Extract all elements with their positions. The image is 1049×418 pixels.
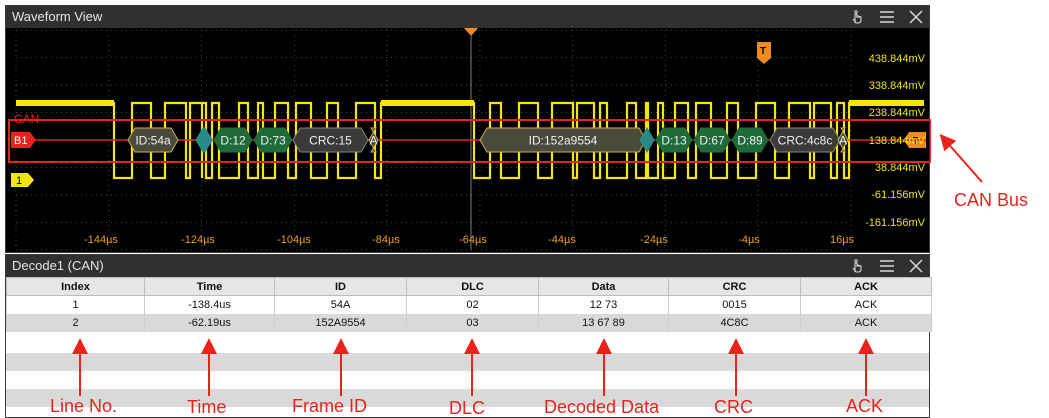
decode-segment[interactable] <box>195 127 213 153</box>
table-row[interactable]: 1 -138.4us 54A 02 12 73 0015 ACK <box>6 295 932 314</box>
waveform-view-window: Waveform View T T CAN B1 ID:54a D:12 D:73 CRC:1… <box>5 5 931 254</box>
time-scale-label: -44µs <box>548 234 576 246</box>
menu-icon[interactable] <box>879 10 895 24</box>
can-bus-arrow <box>939 133 983 183</box>
trace-idle-segment <box>381 100 474 106</box>
voltage-scale-label: 438.844mV <box>869 53 926 65</box>
decode-title: Decode1 (CAN) <box>12 258 104 273</box>
channel1-label: 1 <box>16 175 22 187</box>
trace-idle-segment <box>849 100 924 106</box>
decode-segment-label: D:13 <box>661 134 687 148</box>
cell-id: 152A9554 <box>274 313 407 332</box>
voltage-scale-label: 138.844mV <box>869 135 926 147</box>
cell-dlc: 03 <box>406 313 539 332</box>
cell-index: 2 <box>6 313 145 332</box>
empty-row[interactable] <box>6 353 929 371</box>
column-header-dlc[interactable]: DLC <box>406 277 539 296</box>
screenshot-root: Waveform View T T CAN B1 ID:54a D:12 D:73 CRC:1… <box>0 0 1049 418</box>
column-header-time[interactable]: Time <box>144 277 275 296</box>
decode-segment[interactable] <box>639 127 655 153</box>
time-callout: Time <box>187 397 227 417</box>
waveform-view-title: Waveform View <box>12 9 103 24</box>
cell-dlc: 02 <box>406 295 539 314</box>
decode-segment-label: CRC:4c8c <box>778 134 833 148</box>
voltage-scale-label: -61.156mV <box>871 189 925 201</box>
trigger-badge-tip <box>757 58 771 64</box>
time-scale-label: -144µs <box>84 234 118 246</box>
cell-crc: 0015 <box>668 295 801 314</box>
bus-channel-label: B1 <box>14 135 27 147</box>
waveform-view-titlebar: Waveform View <box>6 6 929 28</box>
voltage-scale-label: 38.844mV <box>875 162 926 174</box>
cell-crc: 4C8C <box>668 313 801 332</box>
decoded-data-callout: Decoded Data <box>544 397 660 417</box>
column-header-index[interactable]: Index <box>6 277 145 296</box>
can-bus-callout: CAN Bus <box>954 190 1029 210</box>
channel1-marker[interactable] <box>11 173 34 187</box>
table-header-row: Index Time ID DLC Data CRC ACK <box>6 277 932 296</box>
table-row[interactable]: 2 -62.19us 152A9554 03 13 67 89 4C8C ACK <box>6 313 932 332</box>
decode-segment-label: D:67 <box>699 134 725 148</box>
decode-segment-label: A <box>369 134 377 148</box>
frame-id-callout: Frame ID <box>292 396 368 416</box>
cell-data: 12 73 <box>538 295 669 314</box>
decode-segment-label: A <box>839 134 847 148</box>
trigger-badge-label: T <box>760 46 766 57</box>
empty-row[interactable] <box>6 371 929 389</box>
cell-index: 1 <box>6 295 145 314</box>
column-header-id[interactable]: ID <box>274 277 407 296</box>
trace-idle-segment <box>16 100 114 106</box>
decode-segment-label: D:73 <box>260 134 286 148</box>
cell-id: 54A <box>274 295 407 314</box>
decode-segment-label: D:89 <box>737 134 763 148</box>
time-scale-label: -64µs <box>459 234 487 246</box>
ack-callout: ACK <box>846 396 884 416</box>
decode-segment-label: ID:152a9554 <box>529 134 598 148</box>
cell-time: -62.19us <box>144 313 275 332</box>
time-scale-label: -24µs <box>640 234 668 246</box>
menu-icon[interactable] <box>879 259 895 273</box>
touch-gesture-icon[interactable] <box>849 258 865 274</box>
waveform-canvas[interactable]: TTCANB1 ID:54a D:12 D:73 CRC:15 A ID:152a9554 D… <box>6 28 931 254</box>
time-scale-label: 16µs <box>830 234 855 246</box>
close-icon[interactable] <box>909 10 923 24</box>
trigger-position-marker[interactable] <box>464 28 478 36</box>
decode-segment-label: ID:54a <box>135 134 171 148</box>
decode-window: Decode1 (CAN) Index Time ID DLC Data CRC ACK <box>5 254 932 418</box>
column-header-data[interactable]: Data <box>538 277 669 296</box>
cell-ack: ACK <box>800 313 932 332</box>
crc-callout: CRC <box>714 397 753 417</box>
dlc-callout: DLC <box>449 398 486 418</box>
line-no-callout: Line No. <box>50 396 118 416</box>
voltage-scale-label: -161.156mV <box>865 217 926 229</box>
time-scale-label: -4µs <box>738 234 760 246</box>
time-scale-label: -124µs <box>181 234 215 246</box>
decode-segment-label: D:12 <box>220 134 246 148</box>
decode-segment-label: CRC:15 <box>309 134 352 148</box>
time-scale-label: -84µs <box>372 234 400 246</box>
touch-gesture-icon[interactable] <box>849 9 865 25</box>
cell-time: -138.4us <box>144 295 275 314</box>
voltage-scale-label: 338.844mV <box>869 80 926 92</box>
column-header-ack[interactable]: ACK <box>800 277 932 296</box>
empty-row[interactable] <box>6 335 929 353</box>
time-scale-label: -104µs <box>277 234 311 246</box>
cell-ack: ACK <box>800 295 932 314</box>
decode-titlebar: Decode1 (CAN) <box>6 255 929 277</box>
voltage-scale-label: 238.844mV <box>869 107 926 119</box>
decode-table: Index Time ID DLC Data CRC ACK 1 -138.4us 54A 02 1… <box>6 277 932 332</box>
close-icon[interactable] <box>909 259 923 273</box>
cell-data: 13 67 89 <box>538 313 669 332</box>
column-header-crc[interactable]: CRC <box>668 277 801 296</box>
